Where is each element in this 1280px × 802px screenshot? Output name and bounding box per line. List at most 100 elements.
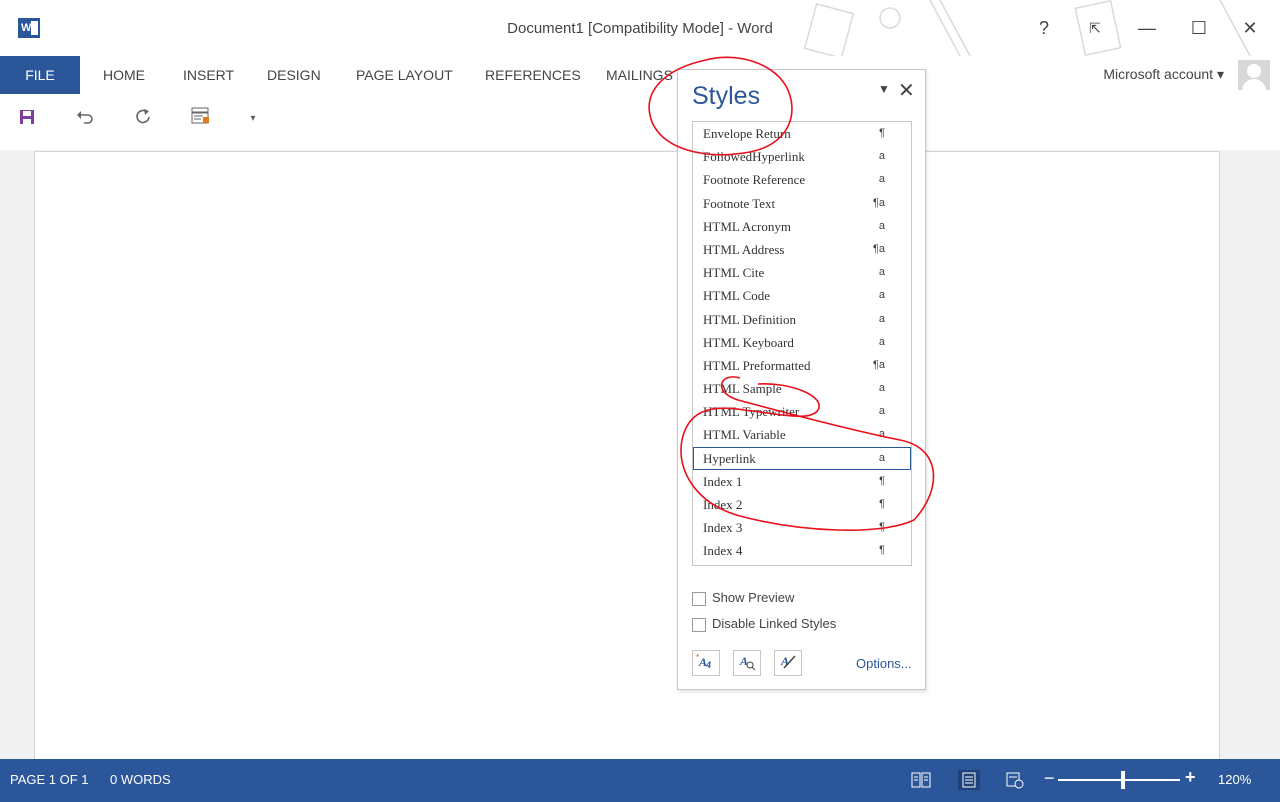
new-style-button[interactable]: A 4 *	[692, 650, 720, 676]
tab-references[interactable]: REFERENCES	[485, 56, 581, 94]
style-type-icon: ¶	[879, 474, 885, 487]
help-button[interactable]: ?	[1035, 14, 1053, 42]
style-list-item[interactable]: Index 4 ¶	[693, 539, 911, 562]
svg-text:*: *	[696, 654, 699, 661]
options-link[interactable]: Options...	[856, 656, 912, 671]
style-list-item[interactable]: Footnote Text ¶a	[693, 192, 911, 215]
style-type-icon: a	[878, 173, 885, 186]
zoom-slider-track[interactable]	[1058, 779, 1180, 781]
style-list-item[interactable]: Index 2 ¶	[693, 493, 911, 516]
style-name: FollowedHyperlink	[703, 149, 805, 165]
print-layout-icon[interactable]	[188, 106, 214, 132]
minimize-button[interactable]: —	[1135, 14, 1159, 42]
style-name: HTML Acronym	[703, 218, 791, 234]
page-count[interactable]: PAGE 1 OF 1	[10, 772, 89, 787]
show-preview-checkbox[interactable]	[692, 591, 706, 606]
style-type-icon: ¶	[879, 544, 885, 557]
style-name: Index 3	[703, 520, 743, 536]
style-list-item[interactable]: HTML Cite a	[693, 261, 911, 284]
style-type-icon: ¶	[879, 498, 885, 510]
style-type-icon: a	[878, 451, 885, 464]
customize-dropdown-icon[interactable]: ▾	[240, 106, 266, 132]
zoom-in-button[interactable]: +	[1185, 767, 1196, 788]
style-inspector-button[interactable]: A	[733, 650, 761, 676]
style-type-icon: ¶a	[872, 358, 885, 371]
document-page[interactable]	[34, 151, 1220, 771]
style-list-item[interactable]: HTML Definition a	[693, 308, 911, 331]
style-list-item[interactable]: FollowedHyperlink a	[693, 145, 911, 168]
style-list-item[interactable]: Hyperlink a	[693, 446, 911, 470]
ribbon-display-options-button[interactable]: ⇱	[1083, 14, 1107, 42]
style-name: Footnote Reference	[703, 172, 806, 188]
quick-access-toolbar: ▾	[0, 94, 1280, 150]
style-name: HTML Typewriter	[703, 404, 800, 420]
svg-text:4: 4	[705, 660, 711, 670]
style-list-item[interactable]: HTML Code a	[693, 284, 911, 307]
show-preview-option[interactable]: Show Preview	[692, 589, 794, 607]
style-name: Index 2	[703, 497, 743, 512]
read-mode-icon[interactable]	[910, 770, 932, 790]
style-type-icon: a	[878, 312, 885, 325]
web-layout-icon[interactable]	[1004, 770, 1026, 790]
style-list-item[interactable]: Index 3 ¶	[693, 516, 911, 539]
tab-home[interactable]: HOME	[103, 56, 145, 94]
style-name: HTML Address	[703, 241, 785, 257]
tab-design[interactable]: DESIGN	[267, 56, 321, 94]
style-inspector-icon: A	[739, 654, 756, 671]
style-type-icon: ¶a	[872, 196, 885, 209]
undo-icon[interactable]	[72, 106, 98, 132]
save-icon[interactable]	[14, 106, 40, 132]
style-list-item[interactable]: HTML Preformatted ¶a	[693, 354, 911, 377]
print-layout-view-icon[interactable]	[958, 770, 980, 790]
disable-linked-styles-option[interactable]: Disable Linked Styles	[692, 615, 836, 633]
style-type-icon: a	[878, 335, 885, 348]
style-list-item[interactable]: HTML Typewriter a	[693, 400, 911, 423]
tab-insert[interactable]: INSERT	[183, 56, 234, 94]
style-type-icon: a	[878, 289, 885, 302]
zoom-out-button[interactable]: −	[1044, 768, 1055, 789]
style-type-icon: a	[878, 428, 885, 441]
style-type-icon: a	[878, 219, 885, 232]
tab-mailings[interactable]: MAILINGS	[606, 56, 673, 94]
close-button[interactable]: ✕	[1238, 14, 1262, 42]
style-list-item[interactable]: Index 1 ¶	[693, 470, 911, 493]
account-menu[interactable]: Microsoft account ▾	[1103, 66, 1224, 83]
zoom-slider-thumb[interactable]	[1121, 771, 1125, 789]
title-bar: W Document1 [Compatibility Mode] - Word …	[0, 0, 1280, 56]
style-list-item[interactable]: Footnote Reference a	[693, 168, 911, 191]
styles-list[interactable]: Envelope Return ¶ FollowedHyperlink a Footno…	[692, 121, 912, 566]
style-name: Index 4	[703, 543, 743, 559]
ribbon-tabs: FILE HOME INSERT DESIGN PAGE LAYOUT REFE…	[0, 56, 1280, 94]
style-type-icon: ¶a	[872, 242, 885, 255]
style-list-item[interactable]: Envelope Return ¶	[693, 122, 911, 145]
style-name: HTML Preformatted	[703, 357, 811, 373]
style-list-item[interactable]: HTML Acronym a	[693, 215, 911, 238]
style-name: HTML Sample	[703, 381, 782, 397]
tab-page-layout[interactable]: PAGE LAYOUT	[356, 56, 453, 94]
word-count[interactable]: 0 WORDS	[110, 772, 171, 787]
styles-pane-title: Styles	[692, 82, 761, 110]
style-list-item[interactable]: HTML Sample a	[693, 377, 911, 400]
zoom-level[interactable]: 120%	[1218, 772, 1251, 787]
style-type-icon: ¶	[879, 127, 885, 139]
tab-file[interactable]: FILE	[0, 56, 80, 94]
style-name: Envelope Return	[703, 126, 791, 141]
manage-styles-icon: A	[780, 654, 796, 669]
disable-linked-styles-label: Disable Linked Styles	[712, 616, 837, 631]
style-list-item[interactable]: HTML Address ¶a	[693, 238, 911, 261]
avatar[interactable]	[1238, 60, 1270, 90]
style-name: HTML Keyboard	[703, 334, 794, 350]
pane-options-dropdown-icon[interactable]: ▼	[878, 82, 890, 96]
maximize-button[interactable]: ☐	[1187, 14, 1211, 42]
styles-pane: Styles ▼ ✕ Envelope Return ¶ FollowedHyper…	[677, 69, 926, 690]
svg-text:A: A	[780, 654, 789, 668]
show-preview-label: Show Preview	[712, 590, 795, 605]
style-list-item[interactable]: HTML Variable a	[693, 423, 911, 446]
new-style-icon: A4*	[696, 654, 711, 670]
style-list-item[interactable]: HTML Keyboard a	[693, 331, 911, 354]
style-type-icon: a	[878, 405, 885, 418]
disable-linked-styles-checkbox[interactable]	[692, 617, 706, 632]
manage-styles-button[interactable]: A	[774, 650, 802, 676]
redo-icon[interactable]	[130, 106, 156, 132]
pane-close-button[interactable]: ✕	[898, 78, 915, 103]
